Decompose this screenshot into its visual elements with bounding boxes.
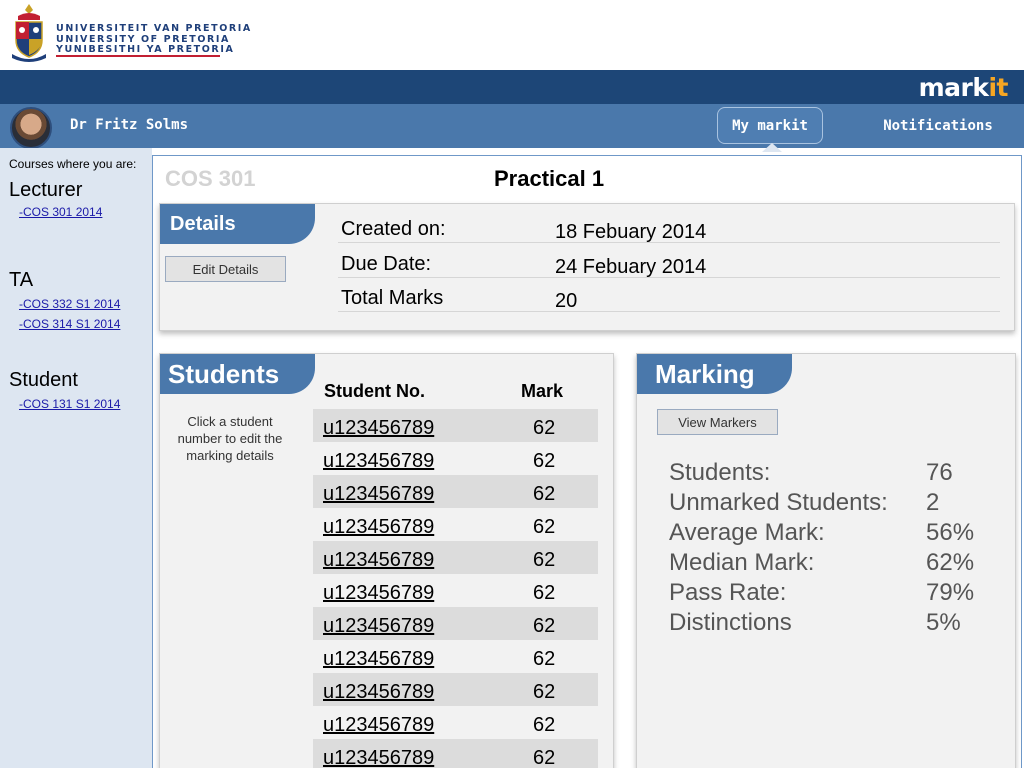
detail-row: Due Date: 24 Febuary 2014 — [338, 244, 1000, 278]
university-header: UNIVERSITEIT VAN PRETORIA UNIVERSITY OF … — [0, 0, 1024, 70]
details-panel-header: Details — [160, 204, 315, 244]
stat-label: Distinctions — [669, 609, 792, 636]
edit-details-button[interactable]: Edit Details — [165, 256, 286, 282]
stat-value: 56% — [926, 519, 975, 546]
student-mark: 62 — [533, 615, 556, 637]
stat-label: Pass Rate: — [669, 579, 787, 606]
detail-value: 24 Febuary 2014 — [555, 256, 707, 278]
student-number-link[interactable]: u123456789 — [323, 417, 434, 440]
markit-logo[interactable]: markit — [918, 73, 1009, 102]
table-row: u123456789 62 — [313, 607, 598, 640]
university-name: UNIVERSITEIT VAN PRETORIA UNIVERSITY OF … — [56, 23, 252, 56]
university-name-sepedi: YUNIBESITHI YA PRETORIA — [56, 44, 235, 55]
student-mark: 62 — [533, 582, 556, 604]
table-row: u123456789 62 — [313, 673, 598, 706]
detail-label: Due Date: — [341, 253, 432, 275]
university-crest-icon — [12, 4, 46, 62]
marking-panel: Marking View Markers Students: 76 Unmark… — [636, 353, 1016, 768]
logo-main: mark — [918, 73, 989, 102]
stat-value: 76 — [926, 459, 953, 486]
student-mark: 62 — [533, 516, 556, 538]
table-row: u123456789 62 — [313, 409, 598, 442]
student-mark: 62 — [533, 549, 556, 571]
student-mark: 62 — [533, 417, 556, 439]
table-row: u123456789 62 — [313, 508, 598, 541]
stat-value: 79% — [926, 579, 975, 606]
detail-value: 18 Febuary 2014 — [555, 221, 707, 243]
stat-label: Students: — [669, 459, 771, 486]
sidebar-caption: Courses where you are: — [9, 157, 137, 171]
detail-label: Created on: — [341, 218, 446, 240]
table-row: u123456789 62 — [313, 442, 598, 475]
stat-value: 62% — [926, 549, 975, 576]
brand-bar: markit — [0, 70, 1024, 104]
student-number-link[interactable]: u123456789 — [323, 582, 434, 605]
sidebar-course-link[interactable]: -COS 314 S1 2014 — [19, 317, 120, 331]
student-number-link[interactable]: u123456789 — [323, 450, 434, 473]
student-number-link[interactable]: u123456789 — [323, 648, 434, 671]
students-panel-header: Students — [160, 354, 315, 394]
user-name: Dr Fritz Solms — [70, 117, 189, 133]
table-row: u123456789 62 — [313, 574, 598, 607]
sidebar: Courses where you are: Lecturer -COS 301… — [0, 148, 152, 768]
view-markers-button[interactable]: View Markers — [657, 409, 778, 435]
column-header-mark: Mark — [521, 381, 564, 401]
detail-label: Total Marks — [341, 287, 444, 309]
student-mark: 62 — [533, 681, 556, 703]
student-number-link[interactable]: u123456789 — [323, 681, 434, 704]
table-row: u123456789 62 — [313, 706, 598, 739]
stat-label: Median Mark: — [669, 549, 815, 576]
table-row: u123456789 62 — [313, 541, 598, 574]
nav-bar: Dr Fritz Solms My markit Notifications — [0, 104, 1024, 152]
student-mark: 62 — [533, 483, 556, 505]
students-panel: Students Click a student number to edit … — [159, 353, 614, 768]
table-row: u123456789 62 — [313, 739, 598, 768]
university-underline — [56, 55, 220, 57]
tab-notifications[interactable]: Notifications — [868, 107, 1008, 144]
sidebar-role-lecturer: Lecturer — [9, 179, 83, 201]
sidebar-course-link[interactable]: -COS 131 S1 2014 — [19, 397, 120, 411]
sidebar-role-ta: TA — [9, 269, 34, 291]
students-hint: Click a student number to edit the marki… — [177, 414, 283, 463]
stat-value: 5% — [926, 609, 961, 636]
details-panel: Details Edit Details Created on: 18 Febu… — [159, 203, 1015, 331]
student-number-link[interactable]: u123456789 — [323, 615, 434, 638]
student-mark: 62 — [533, 648, 556, 670]
stat-label: Average Mark: — [669, 519, 825, 546]
sidebar-course-link[interactable]: -COS 332 S1 2014 — [19, 297, 120, 311]
university-name-afrikaans: UNIVERSITEIT VAN PRETORIA — [56, 23, 252, 34]
table-row: u123456789 62 — [313, 640, 598, 673]
student-number-link[interactable]: u123456789 — [323, 747, 434, 768]
student-number-link[interactable]: u123456789 — [323, 516, 434, 539]
student-number-link[interactable]: u123456789 — [323, 549, 434, 572]
page-title: Practical 1 — [494, 166, 605, 191]
detail-value: 20 — [555, 290, 578, 312]
student-mark: 62 — [533, 450, 556, 472]
tab-my-markit[interactable]: My markit — [717, 107, 823, 152]
detail-row: Total Marks 20 — [338, 278, 1000, 312]
column-header-student-number: Student No. — [324, 381, 425, 401]
student-number-link[interactable]: u123456789 — [323, 483, 434, 506]
marking-panel-header: Marking — [637, 354, 792, 394]
student-mark: 62 — [533, 747, 556, 768]
sidebar-course-link[interactable]: -COS 301 2014 — [19, 205, 102, 219]
stat-value: 2 — [926, 489, 940, 516]
detail-row: Created on: 18 Febuary 2014 — [338, 209, 1000, 243]
main-content: COS 301 Practical 1 Details Edit Details… — [152, 155, 1022, 768]
student-mark: 62 — [533, 714, 556, 736]
student-number-link[interactable]: u123456789 — [323, 714, 434, 737]
stat-label: Unmarked Students: — [669, 489, 888, 516]
logo-accent: it — [988, 73, 1008, 102]
course-code: COS 301 — [165, 166, 256, 191]
avatar[interactable] — [10, 107, 52, 149]
tab-my-markit-label: My markit — [732, 117, 808, 134]
sidebar-role-student: Student — [9, 369, 78, 391]
table-row: u123456789 62 — [313, 475, 598, 508]
tab-notifications-label: Notifications — [883, 117, 993, 134]
